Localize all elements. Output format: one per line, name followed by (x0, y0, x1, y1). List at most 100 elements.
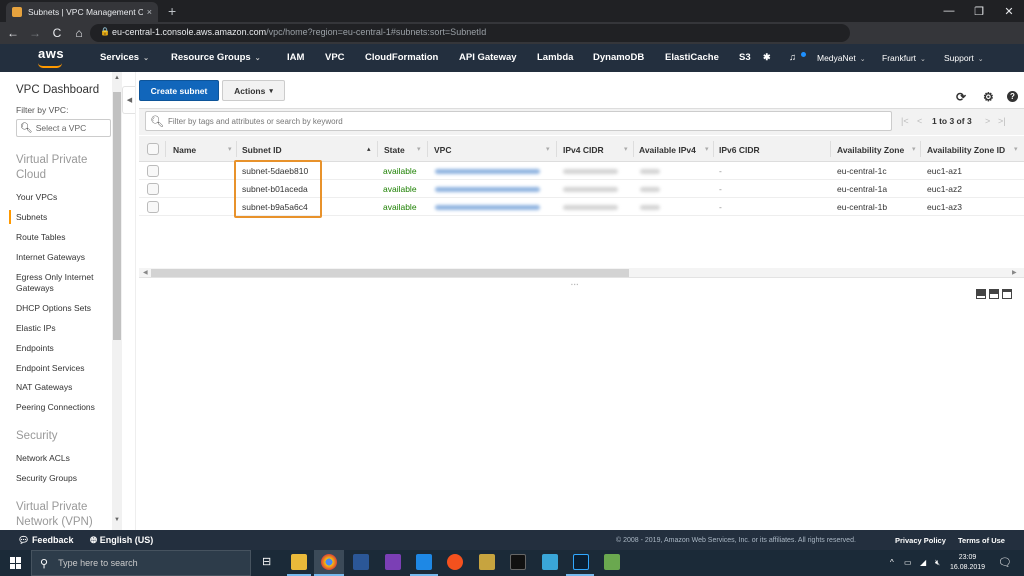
tab-close-icon[interactable]: × (147, 7, 152, 17)
column-header-ipv4-cidr[interactable]: IPv4 CIDR (563, 145, 604, 155)
collapse-sidebar-button[interactable]: ◀ (122, 86, 136, 114)
volume-muted-icon[interactable]: 🔇︎ (935, 558, 940, 568)
shortcut-lambda[interactable]: Lambda (537, 52, 573, 63)
aws-logo[interactable]: aws (38, 46, 64, 61)
sidebar-item-endpoint-services[interactable]: Endpoint Services (16, 363, 108, 374)
minimize-button[interactable]: — (934, 0, 964, 22)
column-header-subnet-id[interactable]: Subnet ID (242, 145, 282, 155)
tray-expand-icon[interactable]: ^ (890, 558, 894, 567)
help-icon[interactable]: ? (1007, 91, 1018, 102)
reload-button[interactable]: C (46, 26, 68, 40)
first-page-button[interactable]: |< (901, 116, 909, 126)
column-header-state[interactable]: State (384, 145, 405, 155)
sidebar-item-internet-gateways[interactable]: Internet Gateways (16, 252, 108, 263)
app-icon[interactable] (479, 554, 495, 570)
app-icon[interactable] (542, 554, 558, 570)
scroll-left-arrow-icon[interactable]: ◀ (143, 269, 148, 276)
layout-full-pane-icon[interactable] (1002, 289, 1012, 299)
restore-button[interactable]: ❐ (964, 0, 994, 22)
sidebar-item-elastic-ips[interactable]: Elastic IPs (16, 323, 108, 334)
sort-ascending-icon[interactable]: ▴ (367, 145, 371, 153)
shortcut-elasticache[interactable]: ElastiCache (665, 52, 719, 63)
windows-start-icon[interactable] (10, 557, 22, 569)
scroll-down-arrow-icon[interactable]: ▼ (114, 517, 120, 523)
layout-bottom-pane-icon[interactable] (976, 289, 986, 299)
home-button[interactable]: ⌂ (68, 26, 90, 40)
back-button[interactable]: ← (2, 26, 24, 40)
task-view-icon[interactable]: ⊟ (262, 555, 271, 568)
shortcut-vpc[interactable]: VPC (325, 52, 345, 63)
vscode-icon[interactable] (416, 554, 432, 570)
vpc-cell-redacted[interactable] (435, 169, 540, 174)
forward-button[interactable]: → (24, 26, 46, 40)
shortcut-cloudformation[interactable]: CloudFormation (365, 52, 438, 63)
sidebar-item-network-acls[interactable]: Network ACLs (16, 453, 108, 464)
bell-icon[interactable]: ♫ (789, 52, 796, 63)
layout-split-pane-icon[interactable] (989, 289, 999, 299)
sidebar-item-dhcp-options[interactable]: DHCP Options Sets (16, 303, 108, 314)
photoshop-icon[interactable] (573, 554, 589, 570)
notepad-icon[interactable] (604, 554, 620, 570)
close-window-button[interactable]: ✕ (994, 0, 1024, 22)
sort-icon[interactable]: ▾ (624, 145, 628, 153)
sidebar-scrollbar-thumb[interactable] (113, 92, 121, 340)
vpc-cell-redacted[interactable] (435, 205, 540, 210)
postman-icon[interactable] (447, 554, 463, 570)
shortcut-iam[interactable]: IAM (287, 52, 304, 63)
word-icon[interactable] (353, 554, 369, 570)
shortcut-dynamodb[interactable]: DynamoDB (593, 52, 644, 63)
resource-groups-menu[interactable]: Resource Groups ⌄ (171, 52, 261, 63)
sort-icon[interactable]: ▾ (546, 145, 550, 153)
file-explorer-icon[interactable] (291, 554, 307, 570)
pin-icon[interactable]: ✱ (763, 52, 771, 63)
scroll-up-arrow-icon[interactable]: ▲ (114, 75, 120, 81)
column-header-ipv6-cidr[interactable]: IPv6 CIDR (719, 145, 760, 155)
sort-icon[interactable]: ▾ (417, 145, 421, 153)
chrome-icon[interactable] (321, 554, 337, 570)
sort-icon[interactable]: ▾ (705, 145, 709, 153)
browser-tab[interactable]: Subnets | VPC Management Con × (6, 2, 158, 22)
shortcut-s3[interactable]: S3 (739, 52, 751, 63)
filter-search-input[interactable]: 🔍︎ Filter by tags and attributes or sear… (145, 111, 892, 131)
notification-center-icon[interactable]: 🗨︎ (998, 556, 1012, 569)
sidebar-item-nat-gateways[interactable]: NAT Gateways (16, 382, 108, 393)
sidebar-item-security-groups[interactable]: Security Groups (16, 473, 108, 484)
row-checkbox[interactable] (147, 165, 159, 177)
url-text[interactable]: eu-central-1.console.aws.amazon.com/vpc/… (112, 27, 486, 37)
services-menu[interactable]: Services ⌄ (100, 52, 149, 63)
gear-icon[interactable]: ⚙ (983, 90, 994, 104)
support-menu[interactable]: Support ⌄ (944, 53, 984, 63)
battery-icon[interactable]: ▭ (904, 558, 912, 567)
column-header-available-ipv4[interactable]: Available IPv4 (639, 145, 696, 155)
sort-icon[interactable]: ▾ (912, 145, 916, 153)
scroll-right-arrow-icon[interactable]: ▶ (1012, 269, 1017, 276)
column-header-vpc[interactable]: VPC (434, 145, 451, 155)
sidebar-title[interactable]: VPC Dashboard (16, 84, 99, 96)
prev-page-button[interactable]: < (917, 116, 922, 126)
wifi-icon[interactable]: ◢ (920, 558, 926, 567)
column-header-availability-zone-id[interactable]: Availability Zone ID (927, 145, 1005, 155)
last-page-button[interactable]: >| (998, 116, 1006, 126)
table-scrollbar-thumb[interactable] (151, 269, 629, 277)
actions-dropdown[interactable]: Actions ▾ (222, 80, 285, 101)
vpc-filter-select[interactable]: 🔍︎ Select a VPC (16, 119, 111, 137)
refresh-icon[interactable]: ⟳ (956, 90, 966, 104)
sidebar-item-route-tables[interactable]: Route Tables (16, 232, 108, 243)
resize-grip-icon[interactable]: ▪▪▪ (571, 282, 579, 288)
row-checkbox[interactable] (147, 201, 159, 213)
taskbar-clock[interactable]: 23:09 16.08.2019 (950, 553, 985, 573)
sidebar-item-subnets[interactable]: Subnets (9, 210, 108, 224)
shortcut-api-gateway[interactable]: API Gateway (459, 52, 517, 63)
sidebar-item-peering-connections[interactable]: Peering Connections (16, 402, 108, 413)
terminal-icon[interactable] (510, 554, 526, 570)
privacy-policy-link[interactable]: Privacy Policy (895, 536, 946, 545)
row-checkbox[interactable] (147, 183, 159, 195)
next-page-button[interactable]: > (985, 116, 990, 126)
region-menu[interactable]: Frankfurt ⌄ (882, 53, 926, 63)
account-menu[interactable]: MedyaNet ⌄ (817, 53, 866, 63)
new-tab-button[interactable]: + (168, 3, 176, 19)
terms-of-use-link[interactable]: Terms of Use (958, 536, 1005, 545)
column-header-availability-zone[interactable]: Availability Zone (837, 145, 904, 155)
taskbar-search[interactable]: ⚲ Type here to search (31, 550, 251, 576)
vpc-cell-redacted[interactable] (435, 187, 540, 192)
